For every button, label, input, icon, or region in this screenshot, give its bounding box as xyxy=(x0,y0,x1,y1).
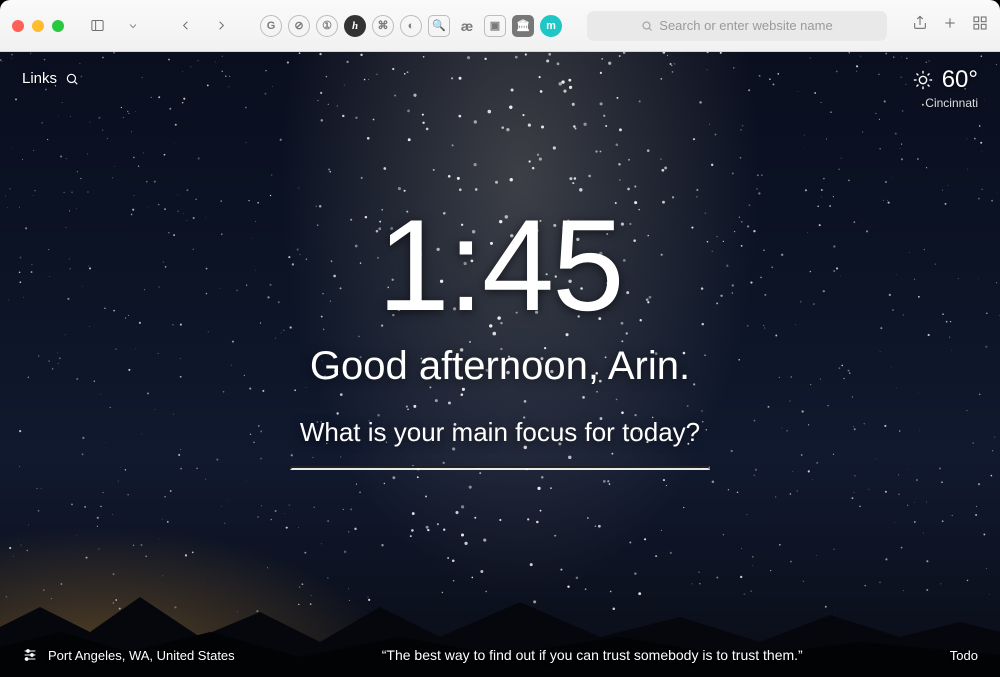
extension-pip-icon[interactable]: ▣ xyxy=(484,15,506,37)
photo-location-button[interactable]: Port Angeles, WA, United States xyxy=(22,647,235,663)
minimize-window-button[interactable] xyxy=(32,20,44,32)
new-tab-button[interactable] xyxy=(942,15,958,36)
clock: 1:45 xyxy=(100,200,900,330)
extension-momentum-icon[interactable]: m xyxy=(540,15,562,37)
todo-button[interactable]: Todo xyxy=(950,648,978,663)
tab-overview-button[interactable] xyxy=(972,15,988,36)
extension-blocker-icon[interactable]: ⊘ xyxy=(288,15,310,37)
center-block: 1:45 Good afternoon, Arin. What is your … xyxy=(100,200,900,480)
weather-city: Cincinnati xyxy=(912,96,978,110)
extension-archive-icon[interactable]: 🏛 xyxy=(512,15,534,37)
links-label: Links xyxy=(22,70,57,87)
extension-grammarly-icon[interactable]: G xyxy=(260,15,282,37)
extension-honey-icon[interactable]: h xyxy=(344,15,366,37)
greeting: Good afternoon, Arin. xyxy=(100,344,900,389)
links-button[interactable]: Links xyxy=(22,70,79,87)
sun-icon xyxy=(912,69,934,91)
momentum-page: Links 60° Cincinnati 1:45 Good afternoon… xyxy=(0,52,1000,677)
extension-command-icon[interactable]: ⌘ xyxy=(372,15,394,37)
forward-button[interactable] xyxy=(208,13,234,39)
focus-prompt: What is your main focus for today? xyxy=(100,417,900,448)
address-bar[interactable]: Search or enter website name xyxy=(587,11,887,41)
extension-reader-icon[interactable]: 🔍 xyxy=(428,15,450,37)
close-window-button[interactable] xyxy=(12,20,24,32)
back-button[interactable] xyxy=(172,13,198,39)
sidebar-toggle-button[interactable] xyxy=(84,13,110,39)
extension-onepassword-icon[interactable]: ① xyxy=(316,15,338,37)
search-icon xyxy=(65,72,79,86)
temperature: 60° xyxy=(942,66,978,94)
address-placeholder: Search or enter website name xyxy=(659,18,832,33)
sliders-icon xyxy=(22,647,38,663)
extensions-row: G ⊘ ① h ⌘ ◐ 🔍 æ ▣ 🏛 m xyxy=(260,15,562,37)
photo-location-text: Port Angeles, WA, United States xyxy=(48,648,235,663)
window-controls xyxy=(12,20,64,32)
share-button[interactable] xyxy=(912,15,928,36)
bottom-bar: Port Angeles, WA, United States “The bes… xyxy=(0,647,1000,663)
weather-widget[interactable]: 60° Cincinnati xyxy=(912,66,978,110)
zoom-window-button[interactable] xyxy=(52,20,64,32)
search-icon xyxy=(641,20,653,32)
extension-ae-icon[interactable]: æ xyxy=(456,15,478,37)
browser-toolbar: G ⊘ ① h ⌘ ◐ 🔍 æ ▣ 🏛 m Search or enter we… xyxy=(0,0,1000,52)
extension-shield-icon[interactable]: ◐ xyxy=(400,15,422,37)
focus-input[interactable] xyxy=(290,466,710,470)
quote-text[interactable]: “The best way to find out if you can tru… xyxy=(235,647,950,663)
tab-group-menu-button[interactable] xyxy=(120,13,146,39)
